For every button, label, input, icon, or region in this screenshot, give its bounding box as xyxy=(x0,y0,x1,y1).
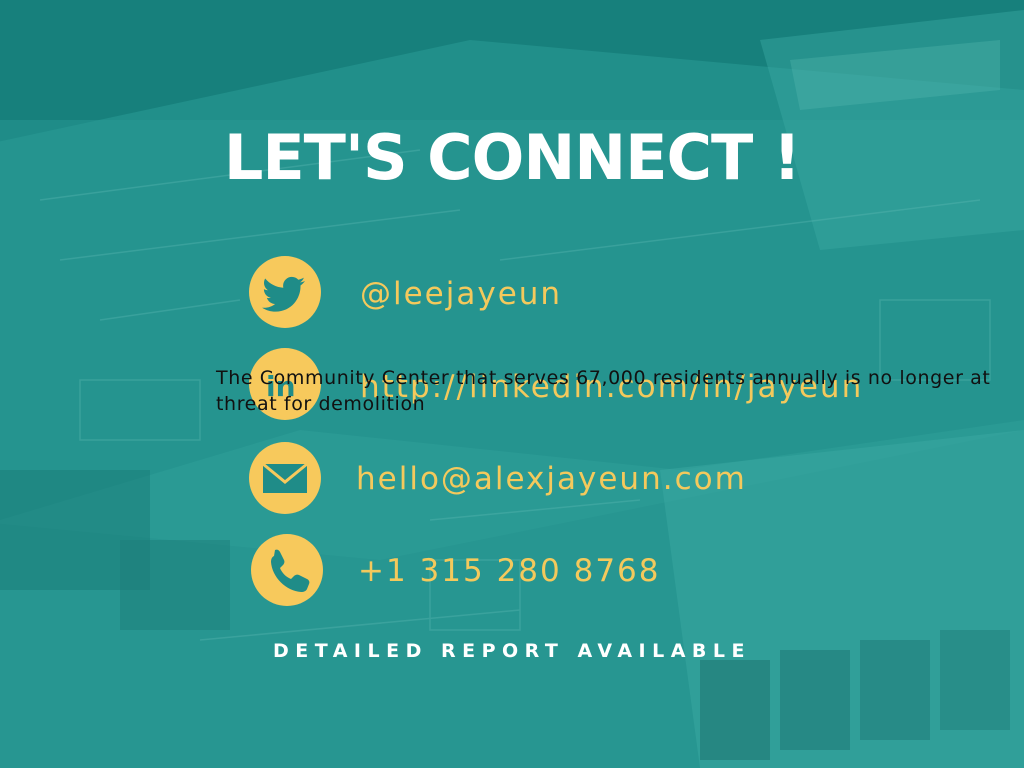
twitter-bird-icon[interactable] xyxy=(249,256,321,328)
twitter-handle-link[interactable]: @leejayeun xyxy=(360,274,562,314)
page-title: LET'S CONNECT ! xyxy=(223,121,801,194)
detailed-report-label: DETAILED REPORT AVAILABLE xyxy=(272,640,751,662)
overlay-caption: The Community Center that serves 67,000 … xyxy=(216,367,991,415)
phone-icon[interactable] xyxy=(251,534,323,606)
email-address-link[interactable]: hello@alexjayeun.com xyxy=(356,459,747,499)
envelope-icon[interactable] xyxy=(249,442,321,514)
phone-number-link[interactable]: +1 315 280 8768 xyxy=(358,551,661,591)
